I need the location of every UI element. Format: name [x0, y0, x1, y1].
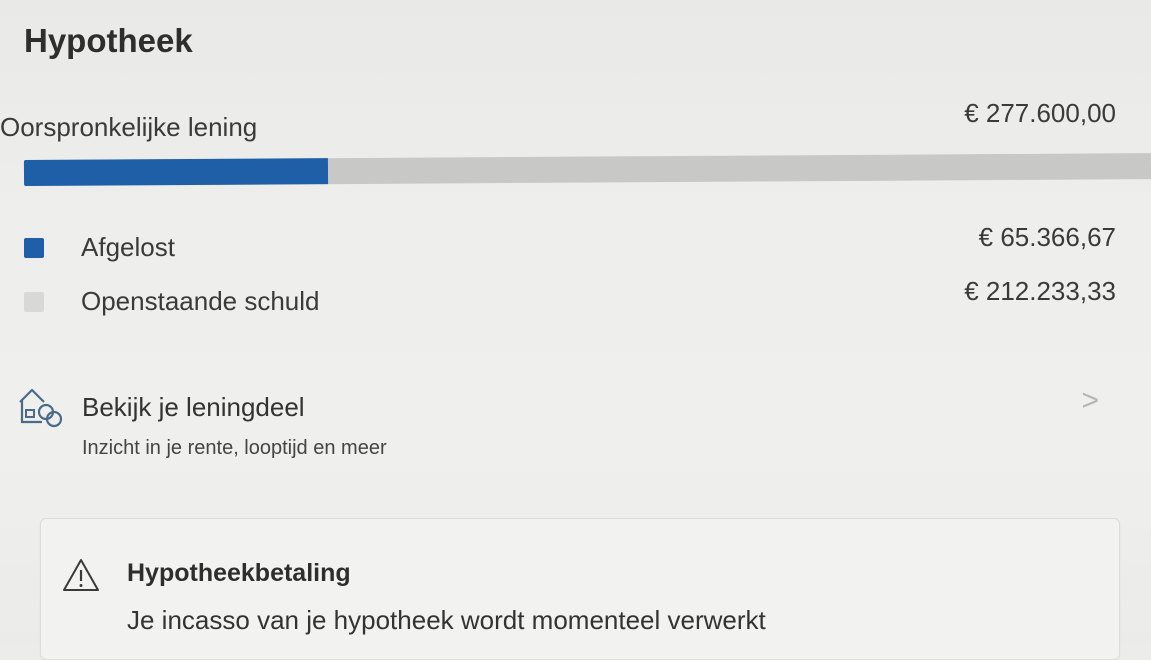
view-loan-part-title: Bekijk je leningdeel	[82, 392, 305, 422]
payment-notice-card: Hypotheekbetaling Je incasso van je hypo…	[40, 518, 1120, 660]
open-color-swatch	[24, 292, 44, 312]
paid-label: Afgelost	[81, 232, 175, 262]
original-loan-amount: € 277.600,00	[964, 98, 1116, 128]
notice-text: Je incasso van je hypotheek wordt moment…	[127, 605, 766, 635]
warning-triangle-icon	[63, 559, 99, 591]
notice-title: Hypotheekbetaling	[127, 559, 351, 587]
view-loan-part-link[interactable]: Bekijk je leningdeel Inzicht in je rente…	[0, 374, 1151, 474]
repayment-progress-fill	[23, 158, 329, 186]
legend-row-paid: Afgelost € 65.366,67	[24, 222, 1116, 262]
view-loan-part-subtitle: Inzicht in je rente, looptijd en meer	[82, 437, 387, 459]
repayment-progress-bar	[23, 153, 1151, 186]
house-coins-icon	[19, 388, 63, 428]
original-loan-label: Oorspronkelijke lening	[0, 112, 258, 142]
open-label: Openstaande schuld	[81, 286, 320, 316]
page-title: Hypotheek	[24, 22, 193, 59]
legend-row-open: Openstaande schuld € 212.233,33	[24, 276, 1116, 316]
paid-value: € 65.366,67	[978, 222, 1116, 252]
chevron-right-icon: >	[1081, 384, 1099, 417]
paid-color-swatch	[24, 238, 44, 258]
mortgage-screen: Hypotheek Oorspronkelijke lening € 277.6…	[0, 0, 1151, 660]
open-value: € 212.233,33	[964, 276, 1116, 306]
